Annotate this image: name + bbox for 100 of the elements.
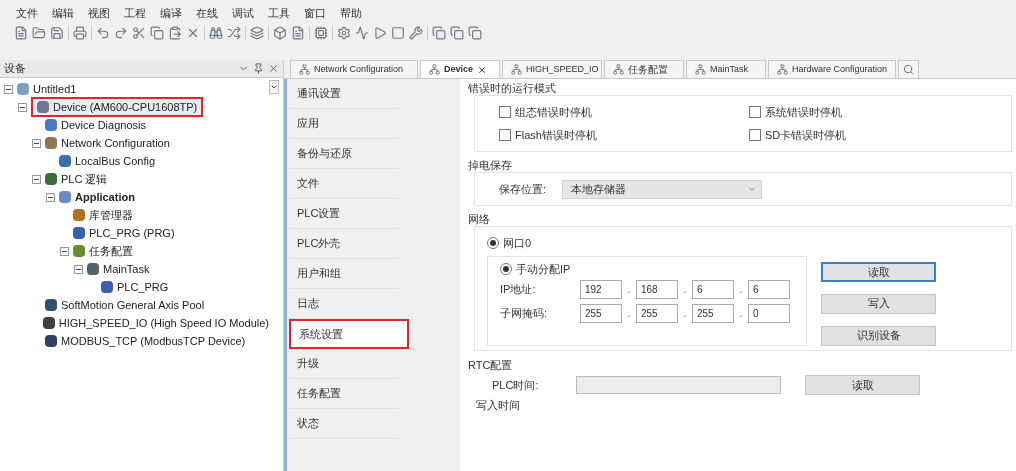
settings-nav-item[interactable]: 升级 (289, 349, 399, 379)
tree-node-label[interactable]: Device (AM600-CPU1608TP) (53, 98, 198, 116)
new-file-icon[interactable] (14, 26, 28, 40)
tree-node-label[interactable]: Network Configuration (61, 134, 170, 152)
collapse-toggle-icon[interactable] (18, 102, 27, 112)
cut-icon[interactable] (132, 26, 146, 40)
checkbox[interactable] (749, 128, 761, 141)
action-button[interactable]: 读取 (821, 261, 936, 282)
tree-node-label[interactable]: 任务配置 (89, 242, 133, 260)
binoculars-icon[interactable] (209, 26, 223, 40)
menu-item[interactable]: 编译 (160, 4, 182, 22)
play-icon[interactable] (373, 26, 387, 40)
settings-nav-item[interactable]: 应用 (289, 109, 399, 139)
collapse-toggle-icon[interactable] (60, 246, 69, 256)
menu-item[interactable]: 调试 (232, 4, 254, 22)
document-icon[interactable] (291, 26, 305, 40)
action-button[interactable]: 识别设备 (821, 325, 936, 346)
collapse-toggle-icon[interactable] (32, 138, 41, 148)
octet-field[interactable]: 168 (636, 279, 678, 299)
separator-dot: . (738, 305, 744, 321)
tree-node-label[interactable]: Untitled1 (33, 80, 77, 98)
settings-nav-item[interactable]: 文件 (289, 169, 399, 199)
radio-button[interactable] (500, 262, 512, 275)
octet-field[interactable]: 6 (692, 279, 734, 299)
octet-field[interactable]: 255 (692, 303, 734, 323)
checkbox[interactable] (749, 106, 761, 119)
octet-field[interactable]: 6 (748, 279, 790, 299)
tree-node-label[interactable]: MainTask (103, 260, 150, 278)
copy-icon[interactable] (450, 26, 464, 40)
copy-icon[interactable] (468, 26, 482, 40)
menu-item[interactable]: 工程 (124, 4, 146, 22)
tree-node-label[interactable]: PLC_PRG (117, 278, 169, 296)
checkbox[interactable] (499, 106, 511, 119)
copy-icon[interactable] (150, 26, 164, 40)
settings-nav-item[interactable]: 备份与还原 (289, 139, 399, 169)
collapse-toggle-icon[interactable] (74, 264, 83, 274)
activity-icon[interactable] (355, 26, 369, 40)
tree-node-label[interactable]: PLC_PRG (PRG) (89, 224, 175, 242)
settings-nav-item[interactable]: PLC外壳 (289, 229, 399, 259)
printer-icon[interactable] (73, 26, 87, 40)
settings-nav-item[interactable]: PLC设置 (289, 199, 399, 229)
menu-item[interactable]: 窗口 (304, 4, 326, 22)
redo-icon[interactable] (114, 26, 128, 40)
action-button[interactable]: 写入 (821, 293, 936, 314)
octet-field[interactable]: 255 (636, 303, 678, 323)
checkbox-label: 系统错误时停机 (765, 105, 842, 120)
pin-icon[interactable] (253, 63, 264, 74)
chip-icon[interactable] (314, 26, 328, 40)
gear-icon[interactable] (337, 26, 351, 40)
plc-time-field[interactable] (576, 376, 781, 394)
tree-node-label[interactable]: Device Diagnosis (61, 116, 146, 134)
collapse-toggle-icon[interactable] (4, 84, 13, 94)
tree-node-label[interactable]: LocalBus Config (75, 152, 156, 170)
collapse-toggle-icon[interactable] (46, 192, 55, 202)
close-icon[interactable] (268, 63, 279, 74)
save-icon[interactable] (50, 26, 64, 40)
layers-icon[interactable] (250, 26, 264, 40)
read-button[interactable]: 读取 (805, 375, 920, 395)
editor-tab[interactable]: Device (420, 60, 500, 78)
stop-icon[interactable] (391, 26, 405, 40)
box-icon[interactable] (273, 26, 287, 40)
shuffle-icon[interactable] (227, 26, 241, 40)
settings-nav-item[interactable]: 任务配置 (289, 379, 399, 409)
delete-icon[interactable] (186, 26, 200, 40)
editor-tab[interactable]: Hardware Configuration (768, 60, 896, 78)
octet-field[interactable]: 0 (748, 303, 790, 323)
tree-node-label[interactable]: Application (75, 188, 135, 206)
tree-node-label[interactable]: MODBUS_TCP (ModbusTCP Device) (61, 332, 246, 350)
copy-icon[interactable] (432, 26, 446, 40)
editor-tab[interactable]: Network Configuration (290, 60, 418, 78)
storage-dropdown[interactable]: 本地存储器 (562, 179, 763, 199)
editor-tab[interactable]: MainTask (686, 60, 766, 78)
tree-node-label[interactable]: HIGH_SPEED_IO (High Speed IO Module) (58, 314, 269, 332)
menu-item[interactable]: 文件 (16, 4, 38, 22)
undo-icon[interactable] (96, 26, 110, 40)
menu-item[interactable]: 工具 (268, 4, 290, 22)
menu-item[interactable]: 在线 (196, 4, 218, 22)
search-icon[interactable] (903, 64, 914, 75)
settings-nav-item[interactable]: 状态 (289, 409, 399, 439)
editor-tab[interactable]: 任务配置 (604, 60, 684, 78)
settings-nav-item[interactable]: 用户和组 (289, 259, 399, 289)
wrench-icon[interactable] (409, 26, 423, 40)
group-title: 错误时的运行模式 (468, 81, 557, 95)
tree-node-label[interactable]: SoftMotion General Axis Pool (61, 296, 205, 314)
folder-icon[interactable] (32, 26, 46, 40)
tree-node-label[interactable]: 库管理器 (89, 206, 133, 224)
editor-tab[interactable]: HIGH_SPEED_IO (502, 60, 602, 78)
octet-field[interactable]: 255 (580, 303, 622, 323)
radio-button[interactable] (487, 237, 499, 250)
settings-nav-item[interactable]: 系统设置 (289, 319, 409, 349)
tree-node-label[interactable]: PLC 逻辑 (61, 170, 108, 188)
checkbox[interactable] (499, 128, 511, 141)
menu-item[interactable]: 视图 (88, 4, 110, 22)
menu-item[interactable]: 帮助 (340, 4, 362, 22)
menu-item[interactable]: 编辑 (52, 4, 74, 22)
collapse-toggle-icon[interactable] (32, 174, 41, 184)
close-icon[interactable] (477, 64, 488, 75)
settings-nav-item[interactable]: 通讯设置 (289, 79, 399, 109)
paste-icon[interactable] (168, 26, 182, 40)
octet-field[interactable]: 192 (580, 279, 622, 299)
